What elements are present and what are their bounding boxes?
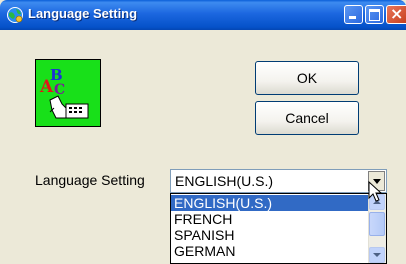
abc-hand-keyboard-icon: B A C	[39, 66, 89, 119]
language-option-spanish[interactable]: SPANISH	[171, 227, 370, 243]
language-app-icon: B A C	[35, 59, 101, 127]
title-bar[interactable]: Language Setting ×	[0, 0, 406, 30]
maximize-button[interactable]	[365, 5, 384, 24]
close-button[interactable]: ×	[386, 4, 406, 24]
ok-button[interactable]: OK	[255, 61, 359, 95]
scroll-down-icon[interactable]	[369, 247, 385, 263]
language-option-german[interactable]: GERMAN	[171, 243, 370, 259]
cancel-button[interactable]: Cancel	[255, 101, 359, 135]
list-scrollbar[interactable]	[368, 194, 386, 263]
mouse-pointer-icon	[368, 181, 383, 202]
window-title: Language Setting	[28, 6, 138, 21]
language-setting-label: Language Setting	[35, 172, 145, 188]
language-select[interactable]: ENGLISH(U.S.)	[170, 169, 387, 193]
language-options-list[interactable]: ENGLISH(U.S.) FRENCH SPANISH GERMAN	[170, 193, 387, 264]
globe-gear-icon	[7, 7, 23, 23]
close-icon: ×	[390, 4, 404, 23]
language-select-value: ENGLISH(U.S.)	[175, 173, 274, 189]
scroll-thumb[interactable]	[369, 212, 385, 236]
language-option-english-us[interactable]: ENGLISH(U.S.)	[171, 195, 370, 211]
language-option-french[interactable]: FRENCH	[171, 211, 370, 227]
svg-text:A: A	[39, 77, 54, 97]
svg-text:C: C	[54, 82, 65, 98]
minimize-button[interactable]	[344, 5, 363, 24]
